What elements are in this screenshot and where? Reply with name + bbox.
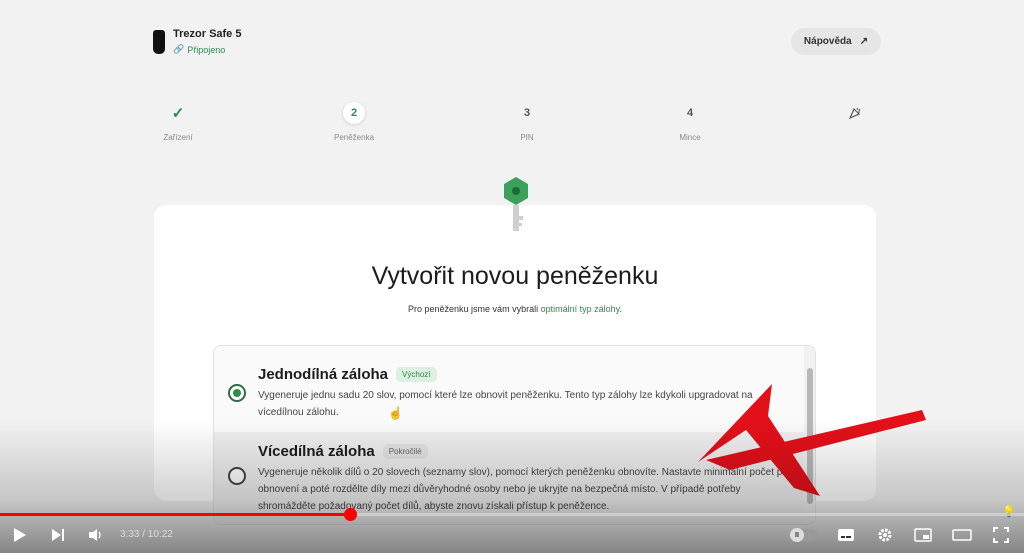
miniplayer-icon[interactable] [911, 522, 935, 548]
theater-mode-icon[interactable] [950, 522, 974, 548]
step-circle: 3 [523, 107, 531, 119]
play-icon[interactable] [8, 522, 32, 548]
video-time: 3:33 / 10:22 [120, 529, 173, 540]
radio-single-share[interactable] [228, 384, 246, 402]
subtitle-link[interactable]: optimální typ zálohy [541, 304, 620, 314]
radio-multi-share[interactable] [228, 467, 246, 485]
next-icon[interactable] [46, 522, 70, 548]
step-coins: 4 Mince [660, 102, 720, 142]
page-title: Vytvořit novou peněženku [371, 262, 659, 290]
trezor-suite-window: Trezor Safe 5 🔗 Připojeno Nápověda ↗ ✓ Z… [0, 0, 1024, 553]
subtitle-text: Pro peněženku jsme vám vybrali [408, 304, 541, 314]
subtitles-icon[interactable] [834, 522, 858, 548]
step-label: Zařízení [163, 133, 193, 142]
page-subtitle: Pro peněženku jsme vám vybrali optimální… [154, 304, 876, 314]
subtitle-suffix: . [619, 304, 622, 314]
pause-icon: II [790, 528, 804, 542]
step-label: Mince [679, 133, 701, 142]
key-icon [504, 177, 528, 231]
default-badge: Výchozí [396, 367, 437, 382]
checkmark-icon: ✓ [171, 105, 185, 122]
step-circle: 4 [686, 107, 694, 119]
lightbulb-icon[interactable]: 💡 [1002, 505, 1016, 518]
step-final [825, 102, 885, 124]
option-header: Jednodílná záloha Výchozí [258, 366, 437, 383]
video-progress-bar[interactable] [0, 508, 1024, 521]
advanced-badge: Pokročilé [382, 444, 428, 459]
player-controls: 3:33 / 10:22 II [0, 518, 1024, 553]
device-name: Trezor Safe 5 [173, 28, 242, 40]
option-title: Jednodílná záloha [258, 366, 389, 383]
device-status: 🔗 Připojeno [173, 44, 241, 55]
progress-played [0, 513, 351, 516]
device-info[interactable]: Trezor Safe 5 🔗 Připojeno [153, 28, 241, 55]
volume-icon[interactable] [84, 522, 108, 548]
option-title: Vícedílná záloha [258, 443, 375, 460]
step-circle: 2 [343, 102, 365, 124]
trezor-device-icon [153, 30, 165, 54]
help-button-label: Nápověda [803, 36, 852, 47]
red-arrow-annotation [698, 384, 926, 496]
mouse-cursor-icon: ☝ [388, 406, 403, 420]
step-device: ✓ Zařízení [148, 102, 208, 142]
arrow-up-right-icon: ↗ [859, 36, 869, 47]
confetti-icon [844, 102, 866, 124]
fullscreen-icon[interactable] [989, 522, 1013, 548]
step-label: PIN [520, 133, 534, 142]
step-wallet: 2 Peněženka [324, 102, 384, 142]
link-icon: 🔗 [173, 44, 185, 54]
autoplay-toggle[interactable]: II [790, 528, 818, 542]
settings-gear-icon[interactable] [873, 522, 897, 548]
step-label: Peněženka [333, 133, 375, 142]
step-circle: ✓ [167, 102, 189, 124]
option-header: Vícedílná záloha Pokročilé [258, 443, 428, 460]
step-pin: 3 PIN [497, 102, 557, 142]
help-button[interactable]: Nápověda ↗ [791, 28, 881, 55]
device-status-label: Připojeno [187, 44, 226, 55]
